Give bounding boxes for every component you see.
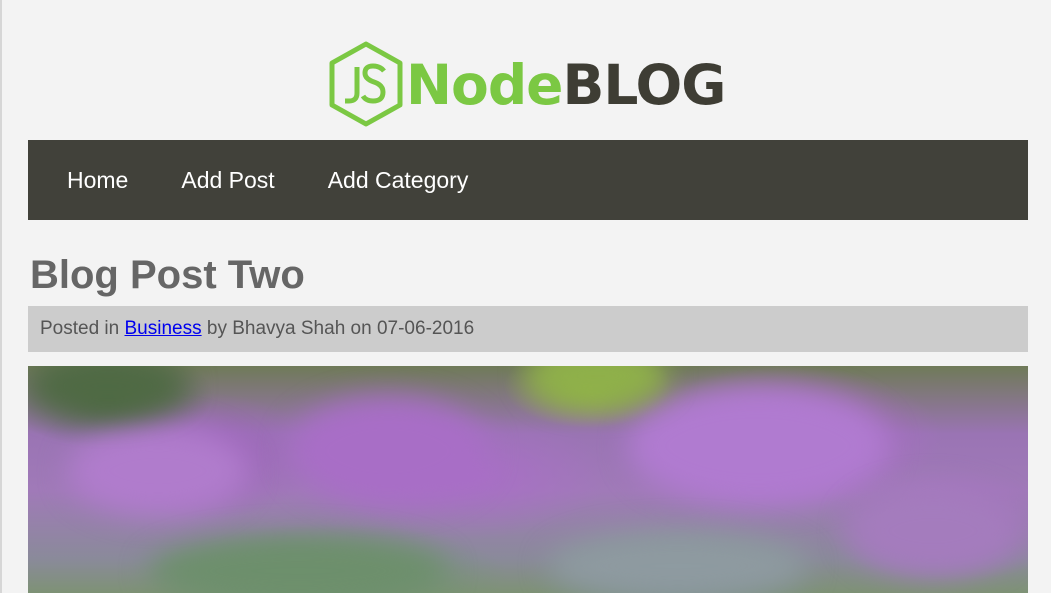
meta-category-link[interactable]: Business (125, 318, 202, 340)
image-blur-blob (848, 486, 1018, 576)
logo-text-node: Node (406, 52, 563, 117)
meta-date: 07-06-2016 (376, 318, 475, 339)
image-blur-blob (148, 536, 448, 593)
image-blur-blob (68, 426, 248, 516)
logo-text-blog: BLOG (562, 52, 727, 117)
nav-item-add-post[interactable]: Add Post (181, 167, 274, 194)
image-blur-blob (548, 531, 808, 593)
meta-on-label: on (345, 318, 377, 339)
site-logo[interactable]: NodeBLOG (328, 40, 726, 128)
post-meta-bar: Posted in Business by Bhavya Shah on 07-… (28, 306, 1028, 352)
image-blur-blob (28, 366, 188, 416)
image-blur-blob (528, 366, 668, 406)
main-navbar: Home Add Post Add Category (28, 140, 1028, 220)
meta-posted-in-label: Posted in (40, 318, 125, 339)
nodejs-hexagon-icon (329, 41, 403, 127)
image-blur-blob (628, 386, 888, 506)
nav-item-add-category[interactable]: Add Category (328, 167, 469, 194)
image-blur-blob (288, 396, 488, 506)
page-left-border (0, 0, 2, 593)
post-main-image (28, 366, 1028, 593)
post-title: Blog Post Two (30, 253, 305, 297)
meta-author: Bhavya Shah (232, 318, 346, 339)
nav-item-home[interactable]: Home (67, 167, 128, 194)
meta-by-label: by (201, 318, 233, 339)
logo-wordmark: NodeBLOG (406, 57, 726, 113)
